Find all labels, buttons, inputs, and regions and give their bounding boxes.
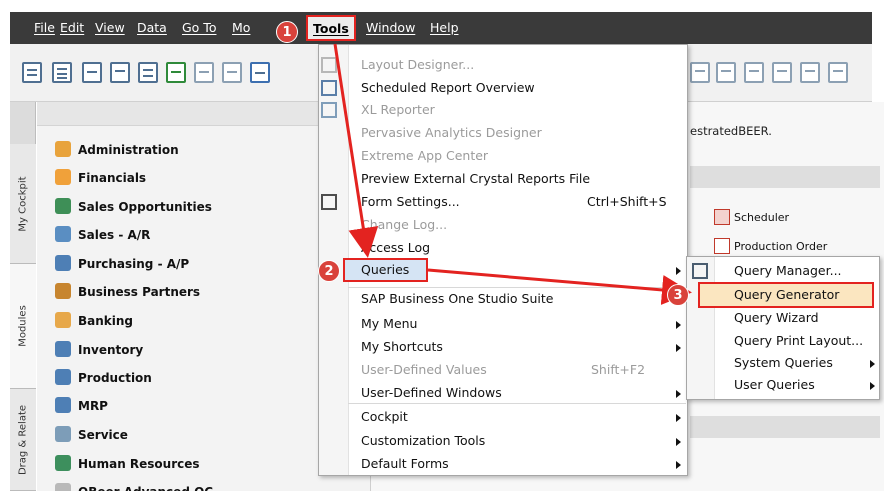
arrow-tools-to-queries <box>333 43 379 258</box>
annotation-arrows <box>333 43 692 305</box>
step-badge-1: 1 <box>276 21 298 43</box>
screenshot: { "menubar": { "items": [ {"label":"File… <box>0 0 884 491</box>
step-badge-2: 2 <box>318 260 340 282</box>
arrow-queries-to-generator <box>427 268 692 305</box>
step-badge-3: 3 <box>667 284 689 306</box>
